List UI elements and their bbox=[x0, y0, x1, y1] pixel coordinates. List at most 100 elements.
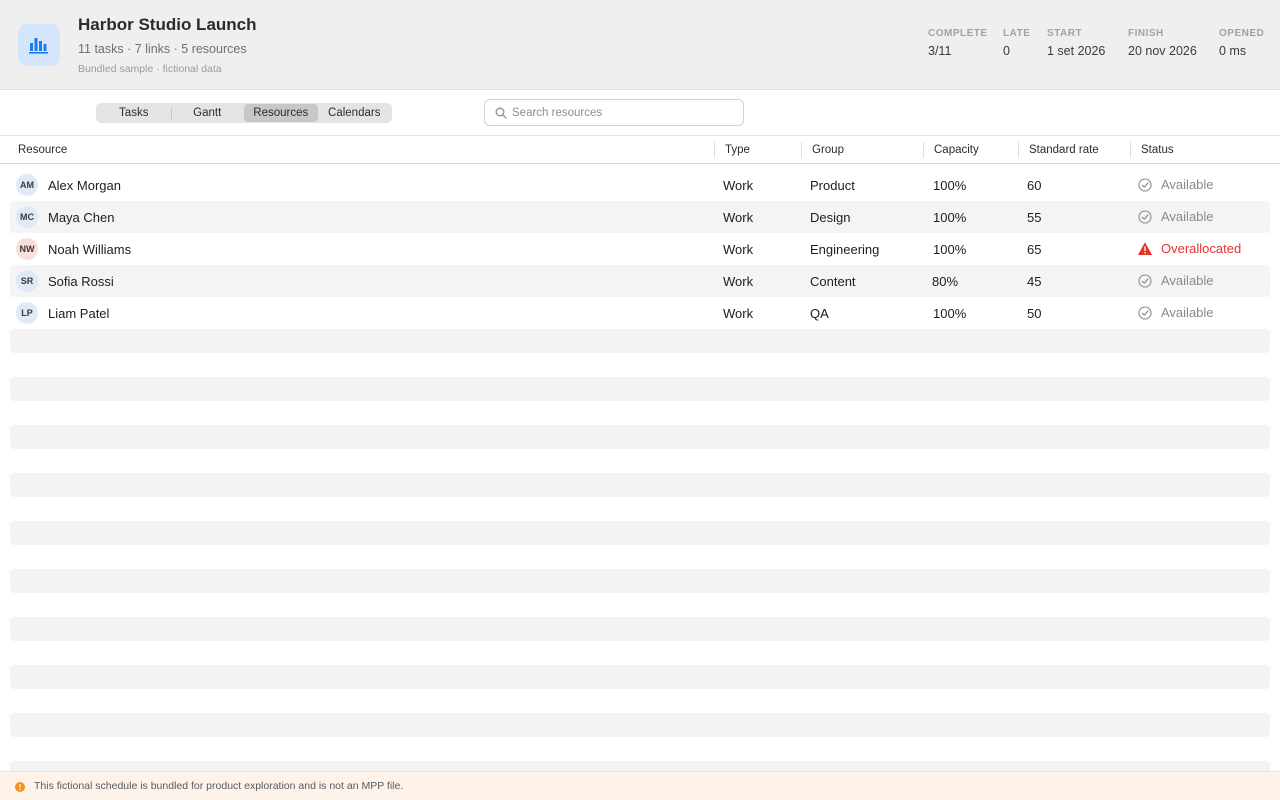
column-header-capacity[interactable]: Capacity bbox=[934, 144, 979, 156]
avatar: AM bbox=[16, 174, 38, 196]
toolbar: Tasks Gantt Resources Calendars bbox=[0, 90, 1280, 136]
resource-table-body: AM Alex Morgan Work Product 100% 60 Avai… bbox=[0, 169, 1280, 329]
check-circle-icon bbox=[1138, 209, 1152, 224]
avatar: NW bbox=[16, 238, 38, 260]
column-divider[interactable] bbox=[1130, 142, 1131, 158]
stat-value: 20 nov 2026 bbox=[1128, 44, 1197, 58]
avatar: SR bbox=[16, 270, 38, 292]
resource-rate: 60 bbox=[1027, 178, 1042, 193]
status-cell: Available bbox=[1138, 177, 1214, 192]
stat-label: LATE bbox=[1003, 28, 1031, 39]
status-label: Available bbox=[1161, 209, 1214, 224]
stat-value: 1 set 2026 bbox=[1047, 44, 1106, 58]
stat-late: LATE 0 bbox=[1003, 28, 1030, 58]
resource-capacity: 80% bbox=[932, 274, 959, 289]
project-title: Harbor Studio Launch bbox=[78, 15, 257, 34]
status-label: Available bbox=[1161, 177, 1214, 192]
avatar: LP bbox=[16, 302, 38, 324]
bar-chart-icon bbox=[18, 24, 60, 66]
stat-label: OPENED bbox=[1219, 28, 1265, 39]
tab-calendars[interactable]: Calendars bbox=[318, 104, 392, 122]
search-icon bbox=[495, 107, 507, 119]
tab-gantt[interactable]: Gantt bbox=[170, 104, 245, 122]
stat-label: START bbox=[1047, 28, 1083, 39]
status-cell: Available bbox=[1138, 305, 1214, 320]
resource-group: Content bbox=[810, 274, 856, 289]
search-box[interactable] bbox=[484, 99, 744, 126]
column-header-status[interactable]: Status bbox=[1141, 144, 1174, 156]
column-header-group[interactable]: Group bbox=[812, 144, 844, 156]
table-row[interactable]: SR Sofia Rossi Work Content 80% 45 Avail… bbox=[10, 265, 1270, 297]
resource-rate: 50 bbox=[1027, 306, 1042, 321]
project-header: Harbor Studio Launch 11 tasks · 7 links … bbox=[0, 0, 1280, 90]
resource-group: QA bbox=[810, 306, 829, 321]
table-row[interactable]: MC Maya Chen Work Design 100% 55 Availab… bbox=[10, 201, 1270, 233]
resource-name: Maya Chen bbox=[48, 210, 115, 225]
resource-name: Liam Patel bbox=[48, 306, 110, 321]
table-header: Resource Type Group Capacity Standard ra… bbox=[0, 136, 1280, 164]
resource-type: Work bbox=[723, 306, 754, 321]
check-circle-icon bbox=[1138, 305, 1152, 320]
tab-resources[interactable]: Resources bbox=[244, 104, 318, 122]
table-row[interactable]: NW Noah Williams Work Engineering 100% 6… bbox=[10, 233, 1270, 265]
resource-group: Design bbox=[810, 210, 851, 225]
empty-row-stripe bbox=[10, 665, 1270, 689]
empty-row-stripe bbox=[10, 425, 1270, 449]
resource-group: Engineering bbox=[810, 242, 880, 257]
project-note: Bundled sample · fictional data bbox=[78, 63, 222, 75]
stat-opened: OPENED 0 ms bbox=[1219, 28, 1264, 58]
column-divider[interactable] bbox=[714, 142, 715, 158]
view-switcher: Tasks Gantt Resources Calendars bbox=[96, 103, 392, 123]
empty-row-stripe bbox=[10, 569, 1270, 593]
status-cell: Available bbox=[1138, 209, 1214, 224]
tab-tasks[interactable]: Tasks bbox=[97, 104, 171, 122]
stat-value: 0 bbox=[1003, 44, 1010, 58]
resource-name: Noah Williams bbox=[48, 242, 132, 257]
resource-capacity: 100% bbox=[933, 242, 967, 257]
info-banner: ! This fictional schedule is bundled for… bbox=[0, 771, 1280, 800]
empty-row-stripe bbox=[10, 377, 1270, 401]
resource-rate: 45 bbox=[1027, 274, 1042, 289]
column-divider[interactable] bbox=[801, 142, 802, 158]
empty-row-stripe bbox=[10, 521, 1270, 545]
stat-label: COMPLETE bbox=[928, 28, 988, 39]
empty-row-stripe bbox=[10, 713, 1270, 737]
avatar: MC bbox=[16, 206, 38, 228]
stat-complete: COMPLETE 3/11 bbox=[928, 28, 988, 58]
table-row[interactable]: LP Liam Patel Work QA 100% 50 Available bbox=[10, 297, 1270, 329]
resource-capacity: 100% bbox=[933, 306, 967, 321]
search-input[interactable] bbox=[512, 104, 732, 121]
stat-value: 0 ms bbox=[1219, 44, 1247, 58]
info-circle-icon: ! bbox=[15, 782, 25, 792]
resource-name: Alex Morgan bbox=[48, 178, 121, 193]
status-label: Available bbox=[1161, 305, 1214, 320]
resource-name: Sofia Rossi bbox=[48, 274, 114, 289]
resource-type: Work bbox=[723, 210, 754, 225]
resource-group: Product bbox=[810, 178, 855, 193]
info-banner-text: This fictional schedule is bundled for p… bbox=[34, 780, 404, 792]
resource-type: Work bbox=[723, 178, 754, 193]
empty-row-stripe bbox=[10, 473, 1270, 497]
column-header-type[interactable]: Type bbox=[725, 144, 750, 156]
stat-label: FINISH bbox=[1128, 28, 1164, 39]
column-header-resource[interactable]: Resource bbox=[18, 144, 67, 156]
status-label: Available bbox=[1161, 273, 1214, 288]
resource-type: Work bbox=[723, 274, 754, 289]
check-circle-icon bbox=[1138, 273, 1152, 288]
empty-row-stripe bbox=[10, 329, 1270, 353]
resource-rate: 55 bbox=[1027, 210, 1042, 225]
status-cell: Available bbox=[1138, 273, 1214, 288]
column-divider[interactable] bbox=[1018, 142, 1019, 158]
stat-value: 3/11 bbox=[928, 44, 952, 58]
resource-type: Work bbox=[723, 242, 754, 257]
stat-start: START 1 set 2026 bbox=[1047, 28, 1105, 58]
column-header-standard-rate[interactable]: Standard rate bbox=[1029, 144, 1099, 156]
empty-row-stripe bbox=[10, 617, 1270, 641]
status-cell: Overallocated bbox=[1138, 241, 1241, 256]
resource-rate: 65 bbox=[1027, 242, 1042, 257]
column-divider[interactable] bbox=[923, 142, 924, 158]
project-summary: 11 tasks · 7 links · 5 resources bbox=[78, 42, 247, 56]
check-circle-icon bbox=[1138, 177, 1152, 192]
table-row[interactable]: AM Alex Morgan Work Product 100% 60 Avai… bbox=[10, 169, 1270, 201]
warning-triangle-icon bbox=[1138, 242, 1152, 255]
